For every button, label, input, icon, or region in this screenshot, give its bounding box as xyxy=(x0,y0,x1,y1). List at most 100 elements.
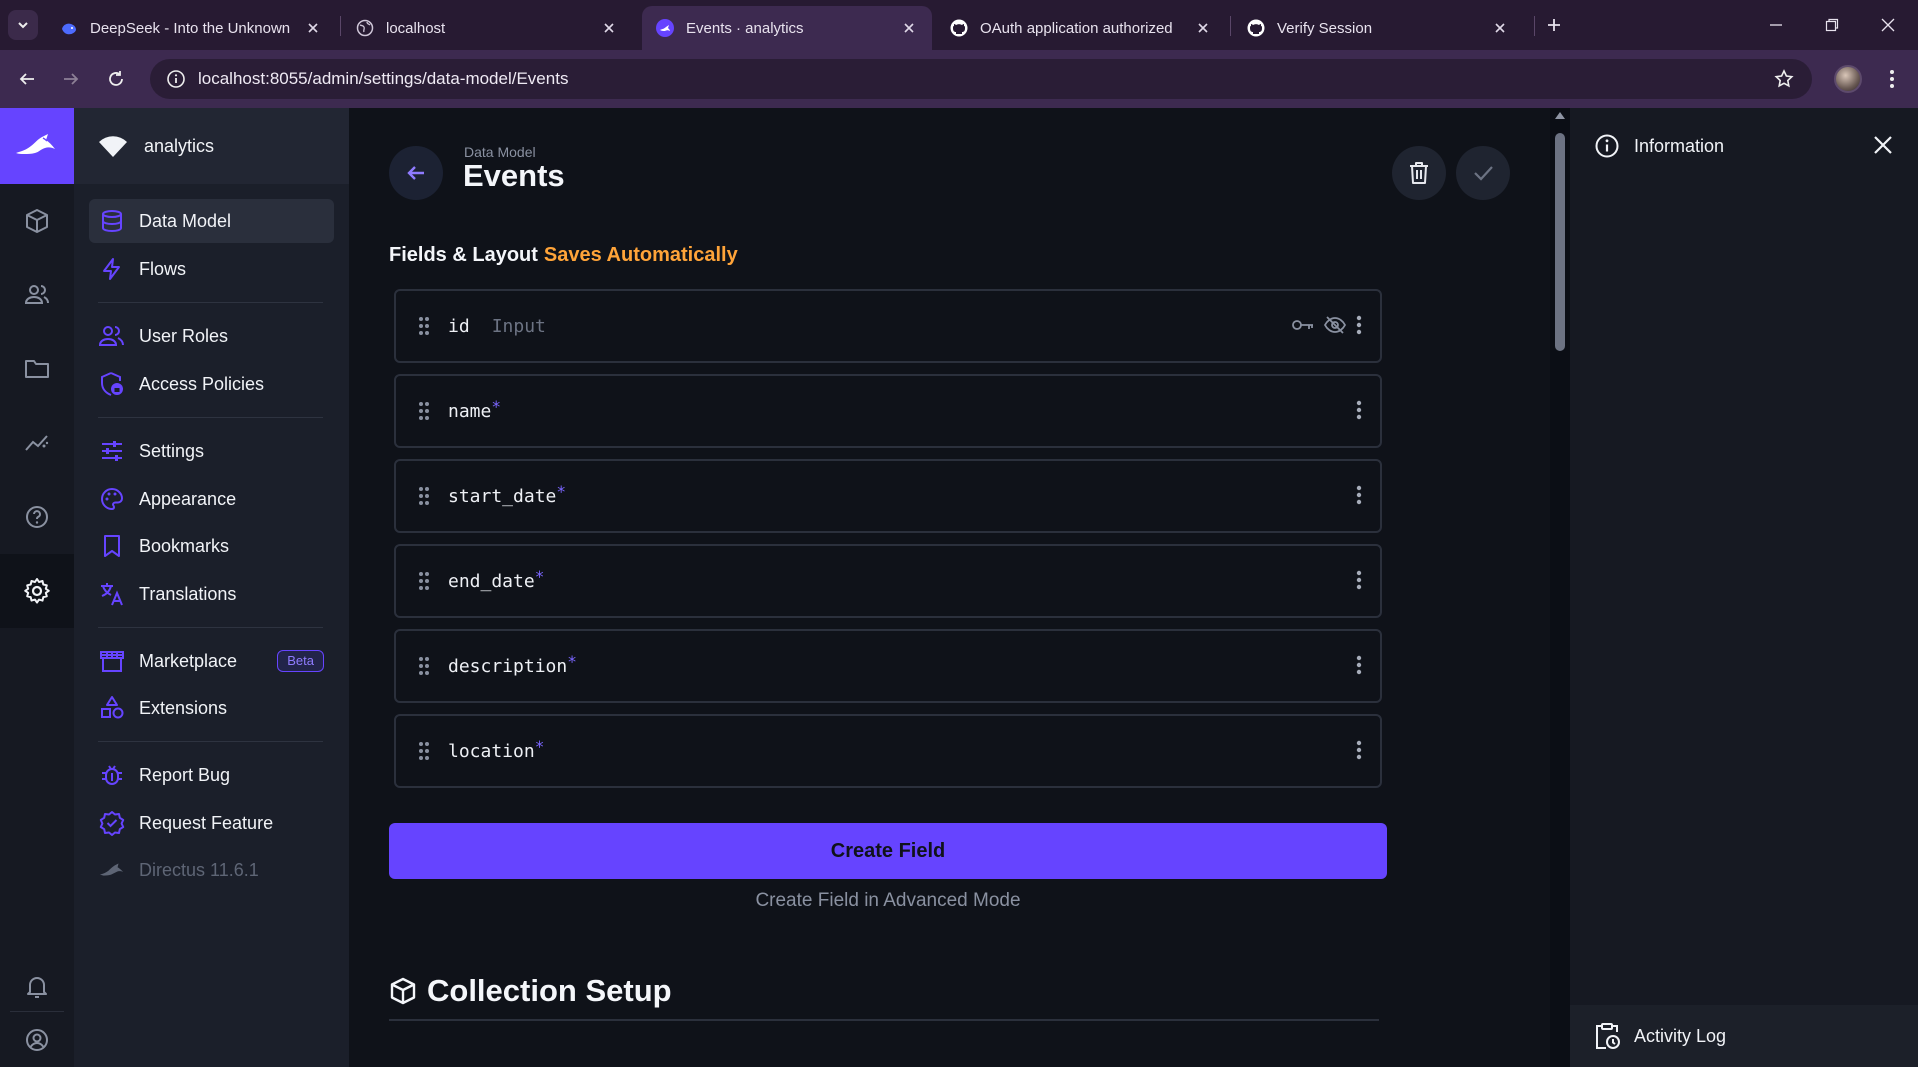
project-info[interactable]: analytics xyxy=(74,108,349,184)
nav-label: Report Bug xyxy=(139,764,231,785)
close-tab-icon[interactable] xyxy=(1194,19,1212,37)
address-bar[interactable]: localhost:8055/admin/settings/data-model… xyxy=(150,59,1812,99)
nav-report-bug[interactable]: Report Bug xyxy=(89,753,334,797)
browser-tab-oauth[interactable]: OAuth application authorized xyxy=(936,6,1226,50)
more-vertical-icon[interactable] xyxy=(1356,315,1362,335)
nav-separator xyxy=(98,627,323,628)
field-row-description[interactable]: description * xyxy=(394,629,1382,703)
drag-handle-icon[interactable] xyxy=(414,741,434,761)
drag-handle-icon[interactable] xyxy=(414,571,434,591)
field-name: id xyxy=(448,315,470,337)
nav-bookmarks[interactable]: Bookmarks xyxy=(89,524,334,568)
collection-setup-label: Collection Setup xyxy=(427,973,672,1008)
close-tab-icon[interactable] xyxy=(304,19,322,37)
create-field-button[interactable]: Create Field xyxy=(389,823,1387,879)
activity-log-panel[interactable]: Activity Log xyxy=(1570,1005,1918,1067)
module-content[interactable] xyxy=(0,184,74,258)
module-separator xyxy=(10,1011,64,1012)
nav-extensions[interactable]: Extensions xyxy=(89,686,334,730)
browser-tab-localhost[interactable]: localhost xyxy=(342,6,632,50)
scroll-thumb[interactable] xyxy=(1555,133,1565,351)
nav-settings[interactable]: Settings xyxy=(89,429,334,473)
plus-icon xyxy=(1546,17,1562,33)
beta-badge: Beta xyxy=(277,650,324,672)
more-vertical-icon[interactable] xyxy=(1356,400,1362,420)
bookmark-star-icon[interactable] xyxy=(1774,69,1794,89)
forward-nav-button[interactable] xyxy=(54,62,88,96)
close-sidebar-icon[interactable] xyxy=(1872,134,1894,156)
module-settings[interactable] xyxy=(0,554,74,628)
help-circle-icon xyxy=(24,504,50,530)
create-field-advanced-link[interactable]: Create Field in Advanced Mode xyxy=(389,890,1387,912)
version-label: Directus 11.6.1 xyxy=(139,859,259,880)
browser-menu-button[interactable] xyxy=(1882,66,1902,92)
field-row-location[interactable]: location * xyxy=(394,714,1382,788)
save-button[interactable] xyxy=(1456,146,1510,200)
information-label: Information xyxy=(1634,135,1725,156)
more-vertical-icon[interactable] xyxy=(1356,655,1362,675)
drag-handle-icon[interactable] xyxy=(414,656,434,676)
nav-label: Request Feature xyxy=(139,812,274,833)
directus-logo[interactable] xyxy=(0,108,74,184)
tab-title: Events · analytics xyxy=(686,19,804,37)
nav-request-feature[interactable]: Request Feature xyxy=(89,801,334,845)
nav-marketplace[interactable]: Marketplace Beta xyxy=(89,639,334,683)
nav-flows[interactable]: Flows xyxy=(89,247,334,291)
insights-icon xyxy=(24,430,50,456)
nav-data-model[interactable]: Data Model xyxy=(89,199,334,243)
close-window-button[interactable] xyxy=(1874,12,1902,38)
nav-separator xyxy=(98,417,323,418)
scroll-up-arrow-icon[interactable] xyxy=(1555,112,1565,119)
tab-search-button[interactable] xyxy=(8,10,38,40)
nav-access-policies[interactable]: Access Policies xyxy=(89,362,334,406)
field-row-id[interactable]: id Input xyxy=(394,289,1382,363)
profile-avatar[interactable] xyxy=(1834,65,1862,93)
url-text: localhost:8055/admin/settings/data-model… xyxy=(198,69,569,88)
browser-tab-events-analytics[interactable]: Events · analytics xyxy=(642,6,932,50)
drag-handle-icon[interactable] xyxy=(414,486,434,506)
nav-appearance[interactable]: Appearance xyxy=(89,477,334,521)
field-row-name[interactable]: name * xyxy=(394,374,1382,448)
user-profile-button[interactable] xyxy=(0,1013,74,1067)
main-scrollbar[interactable] xyxy=(1550,108,1570,1067)
directus-rabbit-icon xyxy=(656,19,674,37)
module-insights[interactable] xyxy=(0,406,74,480)
nav-translations[interactable]: Translations xyxy=(89,572,334,616)
minimize-button[interactable] xyxy=(1762,12,1790,38)
nav-user-roles[interactable]: User Roles xyxy=(89,314,334,358)
tab-title: OAuth application authorized xyxy=(980,19,1173,37)
wifi-icon xyxy=(98,134,128,158)
shield-lock-icon xyxy=(99,371,125,397)
notifications-button[interactable] xyxy=(0,962,74,1012)
browser-tab-verify-session[interactable]: Verify Session xyxy=(1233,6,1523,50)
information-panel-header[interactable]: Information xyxy=(1570,108,1918,184)
close-tab-icon[interactable] xyxy=(900,19,918,37)
module-help[interactable] xyxy=(0,480,74,554)
field-row-end-date[interactable]: end_date * xyxy=(394,544,1382,618)
drag-handle-icon[interactable] xyxy=(414,401,434,421)
close-tab-icon[interactable] xyxy=(1491,19,1509,37)
field-row-start-date[interactable]: start_date * xyxy=(394,459,1382,533)
restore-button[interactable] xyxy=(1818,12,1846,38)
browser-tab-deepseek[interactable]: DeepSeek - Into the Unknown xyxy=(46,6,336,50)
module-user-directory[interactable] xyxy=(0,258,74,332)
users-icon xyxy=(99,323,125,349)
site-info-icon[interactable] xyxy=(156,59,196,99)
more-vertical-icon[interactable] xyxy=(1356,485,1362,505)
directus-rabbit-icon xyxy=(99,857,125,883)
more-vertical-icon[interactable] xyxy=(1356,570,1362,590)
back-button[interactable] xyxy=(389,146,443,200)
new-tab-button[interactable] xyxy=(1541,12,1567,38)
saves-automatically-note: Saves Automatically xyxy=(543,244,738,266)
delete-collection-button[interactable] xyxy=(1392,146,1446,200)
deepseek-whale-icon xyxy=(60,19,78,37)
chevron-down-icon xyxy=(16,18,30,32)
drag-handle-icon[interactable] xyxy=(414,316,434,336)
more-vertical-icon[interactable] xyxy=(1356,740,1362,760)
required-indicator: * xyxy=(567,651,577,671)
back-nav-button[interactable] xyxy=(10,62,44,96)
reload-button[interactable] xyxy=(99,62,133,96)
field-name: start_date xyxy=(448,485,557,507)
module-files[interactable] xyxy=(0,332,74,406)
close-tab-icon[interactable] xyxy=(600,19,618,37)
